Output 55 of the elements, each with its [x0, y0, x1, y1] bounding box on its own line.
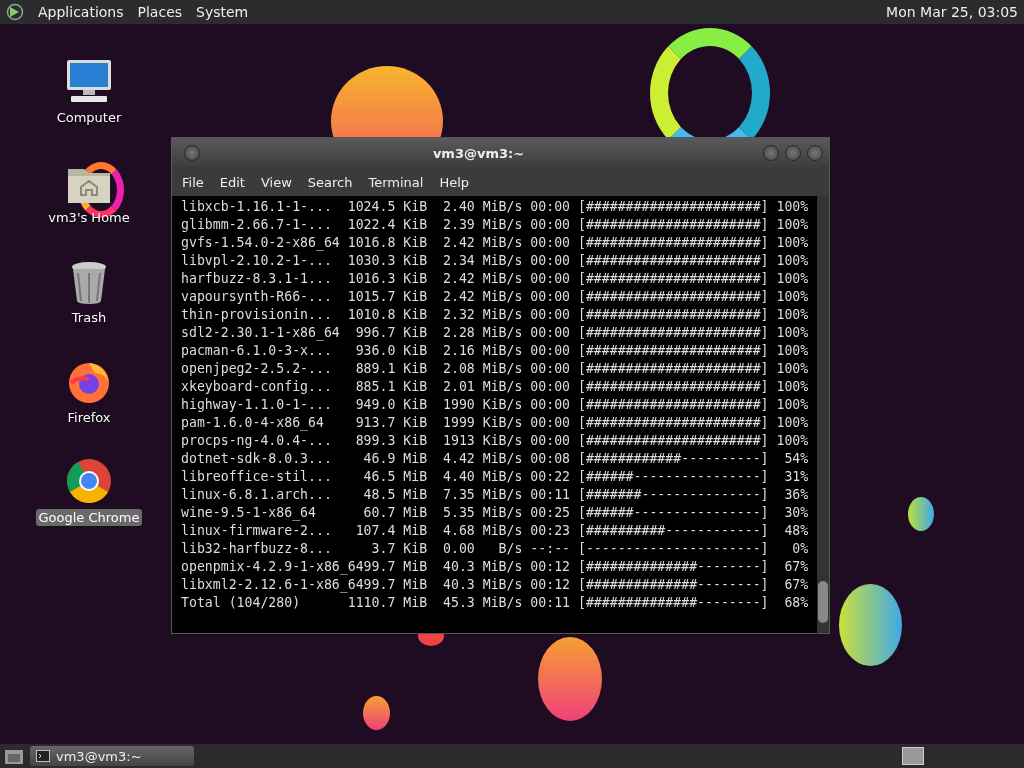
chrome-icon — [65, 457, 113, 505]
terminal-line: libxml2-2.12.6-1-x86_6499.7 MiB 40.3 MiB/s 00:12 [##############--------] 67% — [181, 576, 810, 594]
terminal-line: libreoffice-stil... 46.5 MiB 4.40 MiB/s 00:22 [######----------------] 31% — [181, 468, 810, 486]
terminal-line: procps-ng-4.0.4-... 899.3 KiB 1913 KiB/s 00:00 [######################] 100% — [181, 432, 810, 450]
minimize-button[interactable] — [763, 145, 779, 161]
terminal-line: Total (104/280) 1110.7 MiB 45.3 MiB/s 00:11 [##############--------] 68% — [181, 594, 810, 612]
window-menu-button[interactable] — [184, 145, 200, 161]
terminal-line: libvpl-2.10.2-1-... 1030.3 KiB 2.34 MiB/s 00:00 [######################] 100% — [181, 252, 810, 270]
terminal-line: dotnet-sdk-8.0.3... 46.9 MiB 4.42 MiB/s 00:08 [############----------] 54% — [181, 450, 810, 468]
terminal-line: pacman-6.1.0-3-x... 936.0 KiB 2.16 MiB/s 00:00 [######################] 100% — [181, 342, 810, 360]
terminal-line: xkeyboard-config... 885.1 KiB 2.01 MiB/s 00:00 [######################] 100% — [181, 378, 810, 396]
wallpaper-blob — [908, 497, 934, 531]
panel-menu[interactable]: Places — [137, 4, 183, 20]
terminal-line: openjpeg2-2.5.2-... 889.1 KiB 2.08 MiB/s 00:00 [######################] 100% — [181, 360, 810, 378]
trash-icon — [70, 261, 108, 305]
taskbar-button[interactable]: vm3@vm3:~ — [30, 746, 194, 766]
wallpaper-blob — [363, 696, 390, 730]
scrollbar[interactable] — [817, 196, 829, 633]
desktop-icon-label[interactable]: Trash — [68, 309, 110, 326]
computer-icon — [65, 57, 113, 105]
menu-item[interactable]: Terminal — [360, 172, 432, 192]
menu-item[interactable]: File — [174, 172, 212, 192]
menu-item[interactable]: Search — [299, 172, 361, 192]
terminal-line: sdl2-2.30.1-1-x86_64 996.7 KiB 2.28 MiB/s 00:00 [######################] 100% — [181, 324, 810, 342]
panel-menu[interactable]: System — [196, 4, 249, 20]
distro-logo-icon[interactable] — [6, 3, 24, 21]
desktop-icon-label[interactable]: Computer — [53, 109, 125, 126]
close-button[interactable] — [807, 145, 823, 161]
terminal-line: vapoursynth-R66-... 1015.7 KiB 2.42 MiB/s 00:00 [######################] 100% — [181, 288, 810, 306]
workspace-switcher[interactable] — [902, 747, 924, 765]
window-title: vm3@vm3:~ — [431, 145, 526, 161]
terminal-line: gvfs-1.54.0-2-x86_64 1016.8 KiB 2.42 MiB/s 00:00 [######################] 100% — [181, 234, 810, 252]
terminal-line: lib32-harfbuzz-8... 3.7 KiB 0.00 B/s --:-- [----------------------] 0% — [181, 540, 810, 558]
show-desktop-icon[interactable] — [4, 747, 24, 765]
terminal-line: highway-1.1.0-1-... 949.0 KiB 1990 KiB/s 00:00 [######################] 100% — [181, 396, 810, 414]
terminal-line: wine-9.5-1-x86_64 60.7 MiB 5.35 MiB/s 00:25 [######----------------] 30% — [181, 504, 810, 522]
panel-menu[interactable]: Applications — [38, 4, 124, 20]
terminal-icon — [36, 750, 50, 762]
menu-item[interactable]: View — [252, 172, 300, 192]
terminal-line: glibmm-2.66.7-1-... 1022.4 KiB 2.39 MiB/s 00:00 [######################] 100% — [181, 216, 810, 234]
menu-item[interactable]: Help — [431, 172, 478, 192]
desktop-icon-label[interactable]: vm3's Home — [45, 209, 133, 226]
scrollbar-thumb[interactable] — [818, 581, 828, 623]
terminal-line: thin-provisionin... 1010.8 KiB 2.32 MiB/s 00:00 [######################] 100% — [181, 306, 810, 324]
desktop-icon-label[interactable]: Google Chrome — [35, 509, 143, 526]
clock[interactable]: Mon Mar 25, 03:05 — [886, 4, 1018, 20]
terminal-line: pam-1.6.0-4-x86_64 913.7 KiB 1999 KiB/s 00:00 [######################] 100% — [181, 414, 810, 432]
maximize-button[interactable] — [785, 145, 801, 161]
terminal-line: linux-firmware-2... 107.4 MiB 4.68 MiB/s 00:23 [##########------------] 48% — [181, 522, 810, 540]
terminal-line: harfbuzz-8.3.1-1... 1016.3 KiB 2.42 MiB/s 00:00 [######################] 100% — [181, 270, 810, 288]
terminal-line: libxcb-1.16.1-1-... 1024.5 KiB 2.40 MiB/s 00:00 [######################] 100% — [181, 198, 810, 216]
terminal-line: openpmix-4.2.9-1-x86_6499.7 MiB 40.3 MiB/s 00:12 [##############--------] 67% — [181, 558, 810, 576]
terminal-line: linux-6.8.1.arch... 48.5 MiB 7.35 MiB/s 00:11 [#######---------------] 36% — [181, 486, 810, 504]
desktop-icon-label[interactable]: Firefox — [64, 409, 114, 426]
menu-item[interactable]: Edit — [211, 172, 253, 192]
